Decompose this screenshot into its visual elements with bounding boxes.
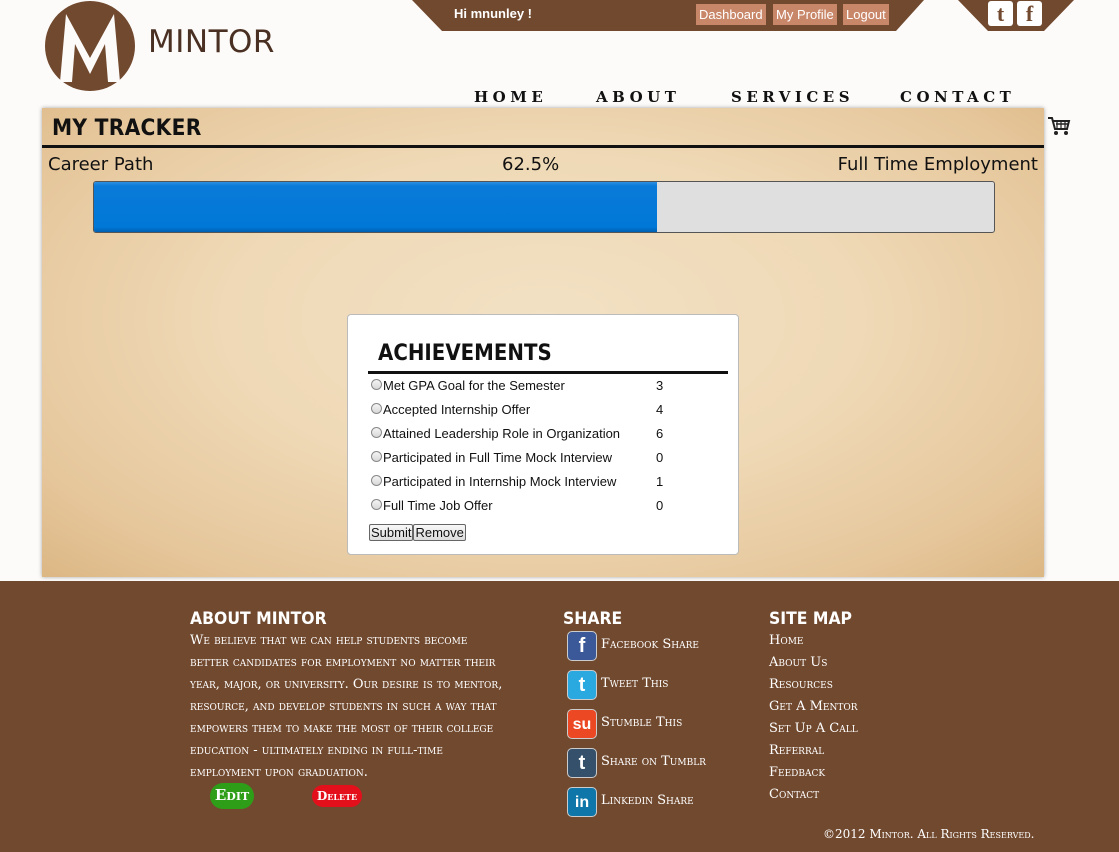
stumble-link[interactable]: su Stumble This xyxy=(567,709,757,741)
sitemap-link-referral[interactable]: Referral xyxy=(769,743,858,765)
remove-button[interactable]: Remove xyxy=(413,524,466,541)
about-heading: ABOUT MINTOR xyxy=(190,609,327,629)
achievements-title: ACHIEVEMENTS xyxy=(378,341,552,366)
achievements-card: ACHIEVEMENTS Met GPA Goal for the Semest… xyxy=(347,314,739,555)
achievement-points: 0 xyxy=(656,450,664,465)
achievement-row: Full Time Job Offer 0 xyxy=(369,497,709,521)
nav-contact[interactable]: CONTACT xyxy=(900,88,1015,106)
copyright: ©2012 Mintor. All Rights Reserved. xyxy=(823,827,1035,841)
cart-icon[interactable] xyxy=(1047,116,1071,136)
career-path-label: Career Path xyxy=(48,154,154,175)
twitter-share-icon: t xyxy=(567,670,597,700)
sitemap-link-home[interactable]: Home xyxy=(769,633,858,655)
achievement-label: Participated in Full Time Mock Interview xyxy=(383,450,613,465)
social-links-top: t f xyxy=(958,0,1074,31)
tracker-divider xyxy=(42,145,1044,148)
nav-services[interactable]: SERVICES xyxy=(731,88,854,106)
sitemap-link-about-us[interactable]: About Us xyxy=(769,655,858,677)
achievement-points: 0 xyxy=(656,498,664,513)
achievement-points: 3 xyxy=(656,378,664,393)
achievement-label: Met GPA Goal for the Semester xyxy=(383,378,565,393)
share-label: Linkedin Share xyxy=(601,793,694,808)
site-footer: ABOUT MINTOR We believe that we can help… xyxy=(0,581,1119,852)
facebook-share-icon: f xyxy=(567,631,597,661)
goal-label: Full Time Employment xyxy=(837,154,1038,175)
achievement-radio[interactable] xyxy=(371,499,382,510)
nav-about[interactable]: ABOUT xyxy=(596,88,680,106)
logout-button[interactable]: Logout xyxy=(843,4,889,25)
career-progress-bar xyxy=(93,181,995,233)
stumbleupon-icon: su xyxy=(567,709,597,739)
user-greeting: Hi mnunley ! xyxy=(454,6,533,21)
user-bar: Hi mnunley ! Dashboard My Profile Logout xyxy=(412,0,924,31)
sitemap-link-feedback[interactable]: Feedback xyxy=(769,765,858,787)
tracker-title: MY TRACKER xyxy=(52,116,202,141)
edit-button[interactable]: Edit xyxy=(210,783,254,809)
logo-mark-icon xyxy=(45,1,135,91)
achievement-label: Attained Leadership Role in Organization xyxy=(383,426,621,441)
sitemap-link-contact[interactable]: Contact xyxy=(769,787,858,809)
achievement-label: Accepted Internship Offer xyxy=(383,402,531,417)
achievement-actions: Submit Remove xyxy=(369,522,466,541)
achievement-radio[interactable] xyxy=(371,403,382,414)
progress-fill xyxy=(94,182,657,232)
achievements-divider xyxy=(368,371,728,374)
facebook-icon[interactable]: f xyxy=(1017,1,1042,26)
achievement-row: Met GPA Goal for the Semester 3 xyxy=(369,377,709,401)
site-logo[interactable]: MINTOR xyxy=(44,0,284,92)
tweet-link[interactable]: t Tweet This xyxy=(567,670,757,702)
achievement-label: Full Time Job Offer xyxy=(383,498,493,513)
achievement-radio[interactable] xyxy=(371,475,382,486)
social-bar-background xyxy=(958,0,1074,31)
achievement-row: Participated in Internship Mock Intervie… xyxy=(369,473,709,497)
tumblr-icon: t xyxy=(567,748,597,778)
share-label: Share on Tumblr xyxy=(601,754,706,769)
my-profile-button[interactable]: My Profile xyxy=(773,4,837,25)
achievement-label: Participated in Internship Mock Intervie… xyxy=(383,474,617,489)
share-label: Facebook Share xyxy=(601,637,699,652)
submit-button[interactable]: Submit xyxy=(369,524,414,541)
sitemap-heading: SITE MAP xyxy=(769,609,853,629)
tumblr-share-link[interactable]: t Share on Tumblr xyxy=(567,748,757,780)
achievement-row: Attained Leadership Role in Organization… xyxy=(369,425,709,449)
facebook-share-link[interactable]: f Facebook Share xyxy=(567,631,757,663)
brand-name: MINTOR xyxy=(148,24,275,60)
linkedin-icon: in xyxy=(567,787,597,817)
achievements-list: Met GPA Goal for the Semester 3 Accepted… xyxy=(369,377,709,521)
achievement-points: 1 xyxy=(656,474,664,489)
achievement-points: 4 xyxy=(656,402,664,417)
achievement-radio[interactable] xyxy=(371,427,382,438)
twitter-icon[interactable]: t xyxy=(988,1,1013,26)
dashboard-button[interactable]: Dashboard xyxy=(696,4,766,25)
sitemap-link-set-up-a-call[interactable]: Set Up A Call xyxy=(769,721,858,743)
achievement-row: Accepted Internship Offer 4 xyxy=(369,401,709,425)
achievement-radio[interactable] xyxy=(371,379,382,390)
about-text: We believe that we can help students bec… xyxy=(190,633,503,780)
linkedin-share-link[interactable]: in Linkedin Share xyxy=(567,787,757,819)
sitemap-link-resources[interactable]: Resources xyxy=(769,677,858,699)
main-nav: HOME ABOUT SERVICES CONTACT xyxy=(0,88,1119,110)
share-heading: SHARE xyxy=(563,609,623,629)
share-label: Stumble This xyxy=(601,715,683,730)
achievement-radio[interactable] xyxy=(371,451,382,462)
nav-home[interactable]: HOME xyxy=(474,88,547,106)
share-label: Tweet This xyxy=(601,676,669,691)
progress-percent: 62.5% xyxy=(502,154,560,175)
delete-button[interactable]: Delete xyxy=(312,785,362,807)
achievement-row: Participated in Full Time Mock Interview… xyxy=(369,449,709,473)
sitemap-link-get-a-mentor[interactable]: Get A Mentor xyxy=(769,699,858,721)
sitemap-list: Home About Us Resources Get A Mentor Set… xyxy=(769,633,858,809)
achievement-points: 6 xyxy=(656,426,664,441)
